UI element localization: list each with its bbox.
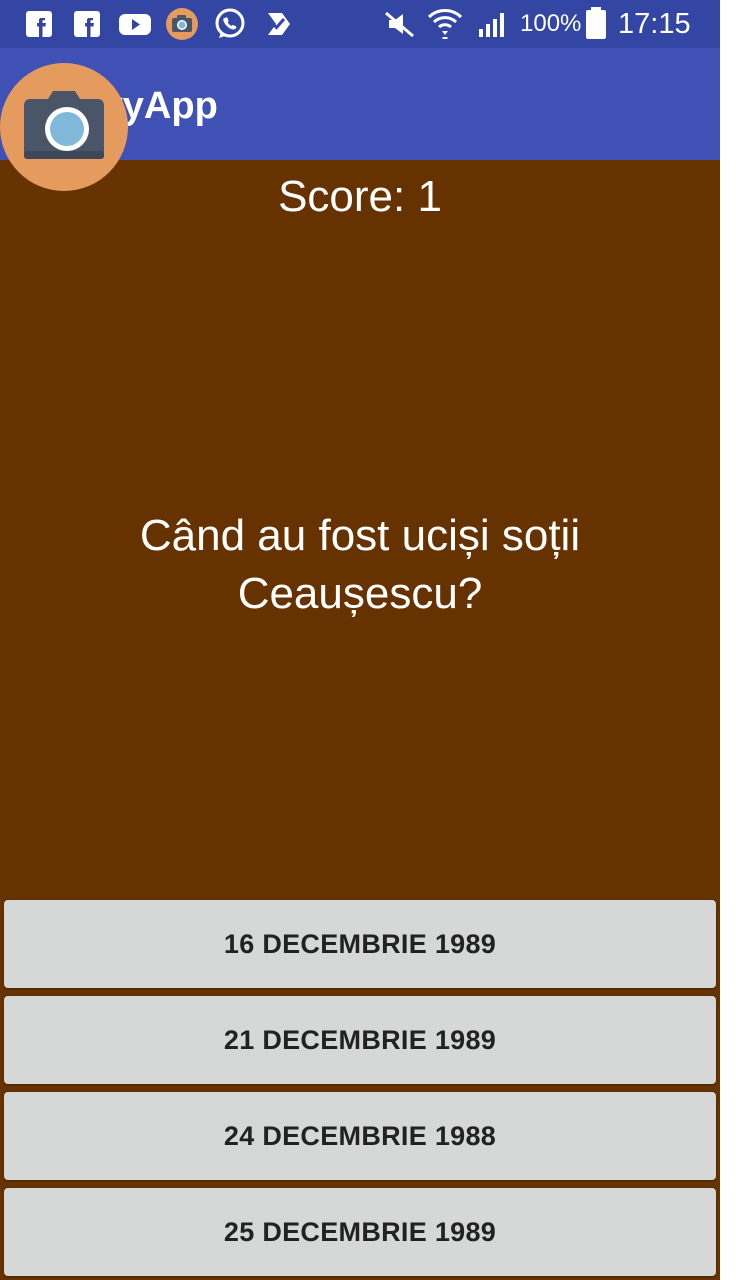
answer-button-2[interactable]: 21 decembrie 1989 <box>4 996 716 1084</box>
battery-icon <box>586 7 606 39</box>
quiz-screen: Score: 1 Când au fost uciși soții Ceaușe… <box>0 160 720 1280</box>
mute-icon <box>385 11 414 38</box>
answer-button-1[interactable]: 16 decembrie 1989 <box>4 900 716 988</box>
floating-camera-button[interactable] <box>0 63 128 191</box>
question-text: Când au fost uciși soții Ceaușescu? <box>139 511 581 618</box>
whatsapp-icon <box>215 8 245 38</box>
answer-button-3[interactable]: 24 decembrie 1988 <box>4 1092 716 1180</box>
camera-app-icon <box>166 8 198 40</box>
answer-button-4[interactable]: 25 decembrie 1989 <box>4 1188 716 1276</box>
youtube-icon <box>119 14 151 35</box>
signal-icon <box>479 13 504 37</box>
status-bar: 100% 17:15 <box>0 0 720 48</box>
wifi-icon <box>427 9 463 39</box>
facebook-icon <box>26 11 52 37</box>
clock: 17:15 <box>618 8 691 40</box>
camera-icon <box>24 91 104 159</box>
battery-percent: 100% <box>520 10 582 37</box>
facebook-icon <box>74 11 100 37</box>
check-icon <box>268 13 290 35</box>
